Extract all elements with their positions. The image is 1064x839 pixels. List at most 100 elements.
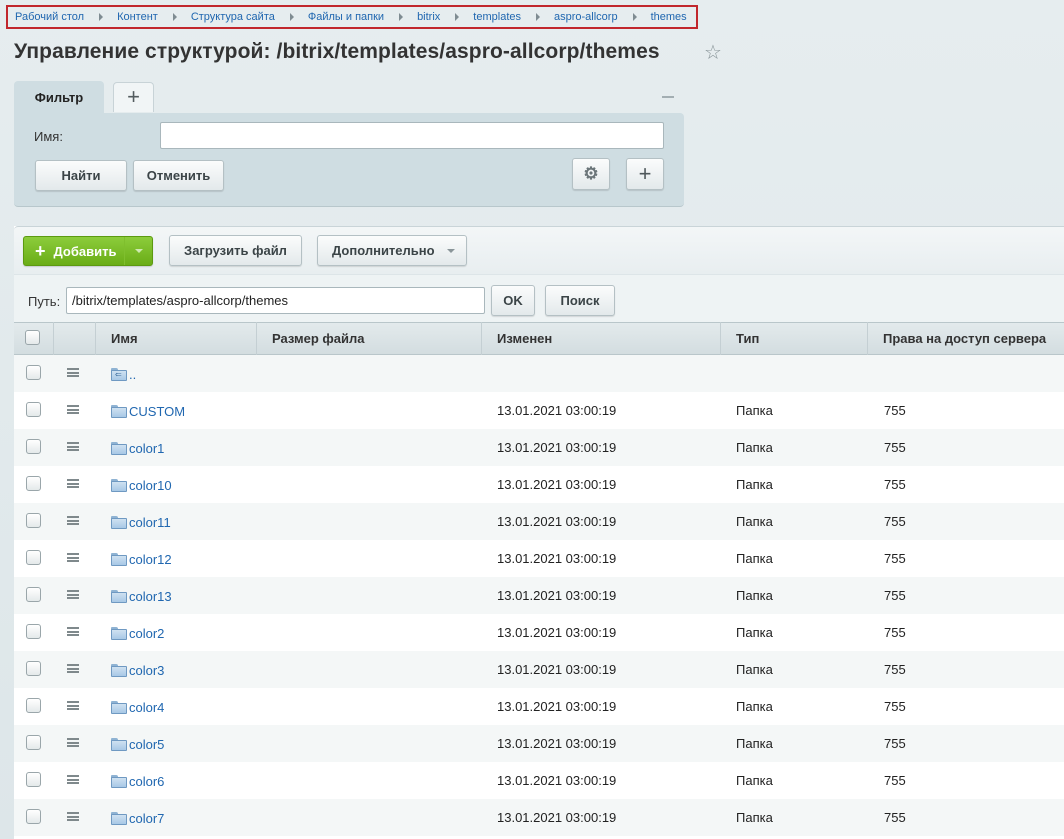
row-checkbox[interactable] [26, 698, 41, 713]
menu-icon[interactable] [67, 516, 79, 525]
upload-file-button[interactable]: Загрузить файл [169, 235, 302, 266]
row-name-link[interactable]: color1 [129, 441, 164, 456]
row-checkbox[interactable] [26, 661, 41, 676]
row-type: Папка [736, 773, 773, 788]
folder-up-icon: ⇐ [111, 368, 127, 381]
plus-icon[interactable]: + [626, 158, 664, 190]
column-header-name[interactable]: Имя [96, 322, 257, 355]
row-checkbox[interactable] [26, 513, 41, 528]
breadcrumb-themes[interactable]: themes [651, 11, 687, 23]
row-type: Папка [736, 625, 773, 640]
plus-icon: + [35, 241, 46, 261]
menu-icon[interactable] [67, 590, 79, 599]
row-modified: 13.01.2021 03:00:19 [497, 440, 617, 455]
menu-icon[interactable] [67, 553, 79, 562]
menu-icon[interactable] [67, 775, 79, 784]
row-name-link[interactable]: CUSTOM [129, 404, 185, 419]
row-type: Папка [736, 699, 773, 714]
row-type: Папка [736, 551, 773, 566]
row-modified: 13.01.2021 03:00:19 [497, 625, 617, 640]
folder-icon [111, 738, 127, 751]
breadcrumb-desktop[interactable]: Рабочий стол [15, 11, 84, 23]
row-checkbox[interactable] [26, 809, 41, 824]
row-checkbox[interactable] [26, 624, 41, 639]
row-checkbox[interactable] [26, 365, 41, 380]
chevron-right-icon [172, 13, 177, 21]
menu-icon[interactable] [67, 442, 79, 451]
table-row[interactable] [14, 355, 1064, 392]
row-name-link[interactable]: color10 [129, 478, 172, 493]
row-modified: 13.01.2021 03:00:19 [497, 736, 617, 751]
add-button[interactable]: + Добавить [23, 236, 153, 266]
menu-icon[interactable] [67, 701, 79, 710]
folder-icon [111, 590, 127, 603]
chevron-right-icon [632, 13, 637, 21]
cancel-button[interactable]: Отменить [133, 160, 224, 191]
row-name-link[interactable]: .. [129, 367, 136, 382]
search-button[interactable]: Поиск [545, 285, 615, 316]
row-checkbox[interactable] [26, 550, 41, 565]
menu-icon[interactable] [67, 664, 79, 673]
row-name-link[interactable]: color13 [129, 589, 172, 604]
row-permissions: 755 [884, 514, 906, 529]
chevron-right-icon [455, 13, 460, 21]
row-checkbox[interactable] [26, 402, 41, 417]
add-filter-tab-button[interactable]: + [113, 82, 154, 112]
breadcrumb-bitrix[interactable]: bitrix [417, 11, 440, 23]
row-checkbox[interactable] [26, 476, 41, 491]
page-title: Управление структурой: /bitrix/templates… [14, 40, 660, 63]
path-label: Путь: [28, 294, 61, 309]
menu-icon[interactable] [67, 405, 79, 414]
add-dropdown-toggle[interactable] [124, 237, 152, 265]
header-checkbox-cell [14, 322, 54, 355]
row-name-link[interactable]: color6 [129, 774, 164, 789]
breadcrumb-content[interactable]: Контент [117, 11, 158, 23]
row-permissions: 755 [884, 699, 906, 714]
gear-icon[interactable]: ⚙ [572, 158, 610, 190]
row-type: Папка [736, 477, 773, 492]
row-name-link[interactable]: color11 [129, 515, 171, 530]
menu-icon[interactable] [67, 627, 79, 636]
folder-icon [111, 627, 127, 640]
menu-icon[interactable] [67, 479, 79, 488]
row-checkbox[interactable] [26, 439, 41, 454]
row-permissions: 755 [884, 477, 906, 492]
column-header-modified[interactable]: Изменен [482, 322, 721, 355]
path-ok-button[interactable]: OK [491, 285, 535, 316]
row-name-link[interactable]: color4 [129, 700, 164, 715]
breadcrumb-templates[interactable]: templates [473, 11, 521, 23]
folder-icon [111, 553, 127, 566]
filter-name-input[interactable] [160, 122, 664, 149]
star-icon[interactable]: ☆ [704, 42, 722, 64]
folder-icon [111, 812, 127, 825]
row-checkbox[interactable] [26, 735, 41, 750]
row-name-link[interactable]: color12 [129, 552, 172, 567]
row-checkbox[interactable] [26, 587, 41, 602]
select-all-checkbox[interactable] [25, 330, 40, 345]
column-header-type[interactable]: Тип [721, 322, 868, 355]
chevron-down-icon [447, 249, 455, 253]
more-actions-button[interactable]: Дополнительно [317, 235, 467, 266]
folder-icon [111, 664, 127, 677]
tab-filter[interactable]: Фильтр [14, 81, 104, 114]
row-checkbox[interactable] [26, 772, 41, 787]
find-button[interactable]: Найти [35, 160, 127, 191]
row-name-link[interactable]: color3 [129, 663, 164, 678]
breadcrumb-files-folders[interactable]: Файлы и папки [308, 11, 384, 23]
menu-icon[interactable] [67, 738, 79, 747]
row-name-link[interactable]: color2 [129, 626, 164, 641]
row-permissions: 755 [884, 810, 906, 825]
column-header-size[interactable]: Размер файла [257, 322, 482, 355]
row-name-link[interactable]: color7 [129, 811, 164, 826]
row-modified: 13.01.2021 03:00:19 [497, 477, 617, 492]
row-name-link[interactable]: color5 [129, 737, 164, 752]
column-header-permissions[interactable]: Права на доступ сервера [868, 322, 1064, 355]
minimize-filter-button[interactable] [662, 96, 674, 98]
folder-icon [111, 442, 127, 455]
breadcrumb-site-structure[interactable]: Структура сайта [191, 11, 275, 23]
menu-icon[interactable] [67, 812, 79, 821]
menu-icon[interactable] [67, 368, 79, 377]
breadcrumb-aspro-allcorp[interactable]: aspro-allcorp [554, 11, 618, 23]
row-modified: 13.01.2021 03:00:19 [497, 662, 617, 677]
path-input[interactable] [66, 287, 485, 314]
